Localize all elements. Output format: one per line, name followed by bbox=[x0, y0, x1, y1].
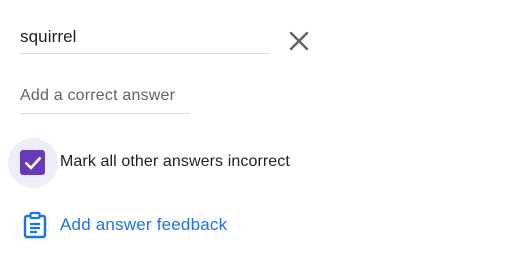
add-answer-input[interactable]: Add a correct answer bbox=[20, 84, 190, 114]
add-answer-placeholder: Add a correct answer bbox=[20, 87, 176, 104]
remove-answer-button[interactable] bbox=[286, 28, 312, 54]
add-feedback-button[interactable]: Add answer feedback bbox=[20, 210, 227, 240]
add-feedback-label: Add answer feedback bbox=[60, 215, 228, 234]
mark-incorrect-label[interactable]: Mark all other answers incorrect bbox=[60, 153, 290, 171]
correct-answer-field[interactable]: squirrel bbox=[20, 24, 270, 54]
checkmark-icon bbox=[24, 156, 41, 170]
correct-answer-value[interactable]: squirrel bbox=[20, 27, 77, 47]
clipboard-icon bbox=[20, 210, 50, 240]
close-icon bbox=[289, 31, 309, 51]
mark-incorrect-checkbox[interactable] bbox=[20, 150, 45, 175]
